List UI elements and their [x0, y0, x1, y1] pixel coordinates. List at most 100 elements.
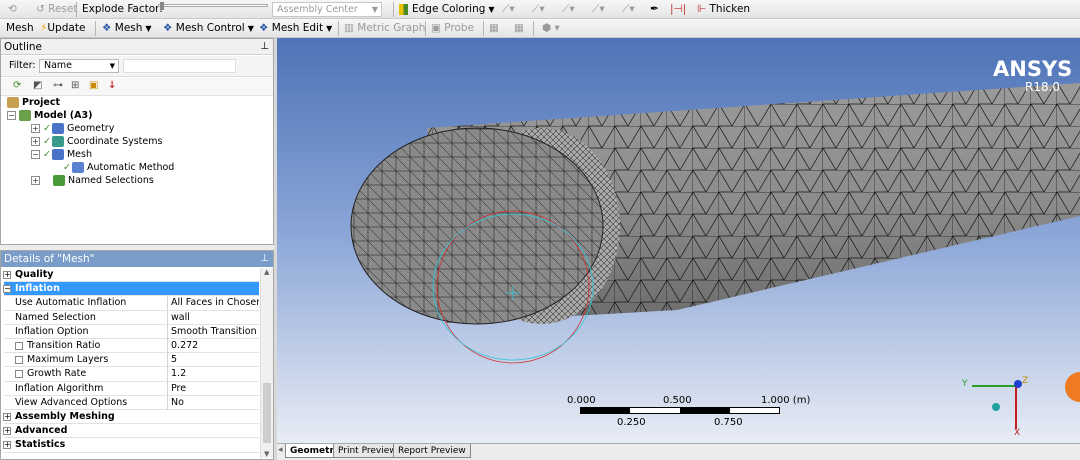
filter-bar: Filter: Name ▼ [1, 56, 273, 77]
thicken-button[interactable]: ⊩ Thicken [697, 2, 750, 17]
scroll-up-icon[interactable]: ▲ [264, 268, 269, 276]
group-assembly-meshing[interactable]: + Assembly Meshing [3, 410, 259, 425]
tree-item-project[interactable]: Project [7, 96, 60, 109]
grid-icon-1[interactable]: ▦ [489, 21, 499, 36]
explode-factor-slider[interactable] [158, 4, 268, 7]
outline-title: Outline [4, 41, 42, 53]
tree-item-named-selections[interactable]: + Named Selections [31, 174, 154, 187]
metric-graph-button[interactable]: ▥ Metric Graph [344, 21, 425, 36]
detail-row-inflation-option[interactable]: Inflation Option Smooth Transition [4, 324, 259, 339]
method-icon [71, 162, 84, 173]
explode-factor-label: Explode Factor: [82, 3, 163, 15]
details-title: Details of "Mesh" [4, 253, 95, 265]
outline-title-bar: Outline ⊥ [1, 39, 273, 55]
mesh-edit-button[interactable]: ❖ Mesh Edit ▼ [259, 21, 332, 36]
project-icon [7, 97, 19, 108]
outline-toolbar: ⟳ ◩ ⊶ ⊞ ▣ ↓ [1, 78, 273, 96]
details-title-bar: Details of "Mesh" ⊥ [1, 251, 273, 267]
detail-row-named-selection[interactable]: Named Selection wall [4, 310, 259, 325]
selection-icon [53, 175, 65, 186]
collapse-icon[interactable]: − [31, 150, 40, 159]
tree-icon[interactable]: ⊶ [53, 80, 63, 91]
check-icon: ✓ [63, 162, 71, 173]
edge-coloring-button[interactable]: Edge Coloring ▼ [399, 2, 495, 17]
mesh-icon: ❖ [102, 22, 112, 34]
filter-search-input[interactable] [123, 59, 236, 73]
chart-icon: ▥ [344, 22, 354, 34]
tree-item-coordinate-systems[interactable]: + ✓ Coordinate Systems [31, 135, 162, 148]
body-display-icon[interactable]: ⬢ ▾ [542, 21, 560, 36]
axis-z-label: Z [1022, 376, 1029, 386]
check-icon: ✓ [43, 149, 51, 160]
parameter-checkbox[interactable] [15, 341, 23, 350]
tab-scroll-icon[interactable]: ◂ [278, 445, 283, 455]
scale-label-4: 0.750 [714, 417, 743, 428]
edge-display-icon-1[interactable]: ⟋▾ [502, 2, 515, 17]
grid-icon-2[interactable]: ▦ [514, 21, 524, 36]
refresh-icon[interactable]: ⟳ [13, 80, 21, 91]
expand-icon[interactable]: + [31, 137, 40, 146]
toolbar-mesh: Mesh ⚡Update ❖ Mesh ▼ ❖ Mesh Control ▼ ❖ M… [0, 19, 1080, 38]
ansys-logo: ANSYS [993, 57, 1073, 81]
sort-icon[interactable]: ↓ [108, 80, 116, 91]
reset-button[interactable]: ↺ Reset [36, 2, 77, 17]
expand-icon[interactable]: ◩ [33, 80, 42, 91]
mesh-menu-button[interactable]: ❖ Mesh ▼ [102, 21, 152, 36]
filter-select[interactable]: Name ▼ [39, 59, 119, 73]
tree-item-model[interactable]: − Model (A3) [7, 109, 92, 122]
detail-row-transition-ratio[interactable]: Transition Ratio 0.272 [4, 339, 259, 354]
detail-row-growth-rate[interactable]: Growth Rate 1.2 [4, 367, 259, 382]
group-quality[interactable]: + Quality [3, 268, 259, 283]
details-panel: Details of "Mesh" ⊥ + Quality − Inflatio… [0, 250, 274, 460]
scale-label-3: 0.250 [617, 417, 646, 428]
edge-display-icon-2[interactable]: ⟋▾ [532, 2, 545, 17]
details-scrollbar[interactable]: ▲ ▼ [260, 268, 273, 458]
pin-icon[interactable]: ⊥ [260, 39, 269, 55]
scrollbar-thumb[interactable] [263, 383, 271, 443]
parameter-checkbox[interactable] [15, 369, 23, 378]
parameter-checkbox[interactable] [15, 355, 23, 364]
tree-item-geometry[interactable]: + ✓ Geometry [31, 122, 114, 135]
tab-report-preview[interactable]: Report Preview [393, 444, 471, 458]
tab-print-preview[interactable]: Print Preview [333, 444, 402, 458]
probe-icon: ▣ [431, 22, 441, 34]
scale-label-2: 1.000 (m) [761, 395, 811, 406]
detail-row-maximum-layers[interactable]: Maximum Layers 5 [4, 353, 259, 368]
tree-item-mesh[interactable]: − ✓ Mesh [31, 148, 92, 161]
detail-row-use-automatic-inflation[interactable]: Use Automatic Inflation All Faces in Cho… [4, 296, 259, 311]
edge-display-icon-4[interactable]: ⟋▾ [592, 2, 605, 17]
expand-icon[interactable]: + [31, 124, 40, 133]
scale-label-1: 0.500 [663, 395, 692, 406]
check-icon: ✓ [43, 123, 51, 134]
folder-icon[interactable]: ▣ [89, 80, 98, 91]
update-button[interactable]: ⚡Update [40, 21, 85, 36]
detail-row-inflation-algorithm[interactable]: Inflation Algorithm Pre [4, 381, 259, 396]
group-statistics[interactable]: + Statistics [3, 438, 259, 453]
edge-display-icon-5[interactable]: ⟋▾ [622, 2, 635, 17]
scale-label-0: 0.000 [567, 395, 596, 406]
collapse-icon[interactable]: − [7, 111, 16, 120]
expand-icon[interactable]: + [31, 176, 40, 185]
mesh-control-button[interactable]: ❖ Mesh Control ▼ [163, 21, 254, 36]
outline-panel: Outline ⊥ Filter: Name ▼ ⟳ ◩ ⊶ ⊞ ▣ ↓ Pro… [0, 38, 274, 245]
mesh-control-icon: ❖ [163, 22, 173, 34]
graphics-viewport[interactable]: ANSYS R18.0 0.000 0.500 1.000 (m) 0.250 … [277, 38, 1080, 443]
scroll-down-icon[interactable]: ▼ [264, 450, 269, 458]
tree-item-automatic-method[interactable]: ✓ Automatic Method [63, 161, 174, 174]
chevron-down-icon: ▼ [371, 5, 378, 14]
group-inflation[interactable]: − Inflation [3, 282, 259, 297]
reset-icon[interactable]: ⟲ [8, 2, 17, 17]
assembly-center-select[interactable]: Assembly Center ▼ [272, 2, 382, 17]
pin-icon[interactable]: ⊥ [260, 251, 269, 267]
pin-edges-icon[interactable]: ✒ [650, 2, 659, 17]
expand-all-icon[interactable]: ⊞ [71, 80, 79, 91]
filter-label: Filter: [9, 60, 36, 71]
ansys-version: R18.0 [1025, 80, 1061, 94]
slider-thumb[interactable] [160, 2, 164, 10]
thicken-bars-icon[interactable]: |⊣| [670, 2, 686, 17]
edge-display-icon-3[interactable]: ⟋▾ [562, 2, 575, 17]
detail-row-view-advanced-options[interactable]: View Advanced Options No [4, 395, 259, 410]
view-tabs: ◂ Geometry Print Preview Report Preview [277, 443, 1080, 460]
group-advanced[interactable]: + Advanced [3, 424, 259, 439]
probe-button[interactable]: ▣ Probe [431, 21, 474, 36]
